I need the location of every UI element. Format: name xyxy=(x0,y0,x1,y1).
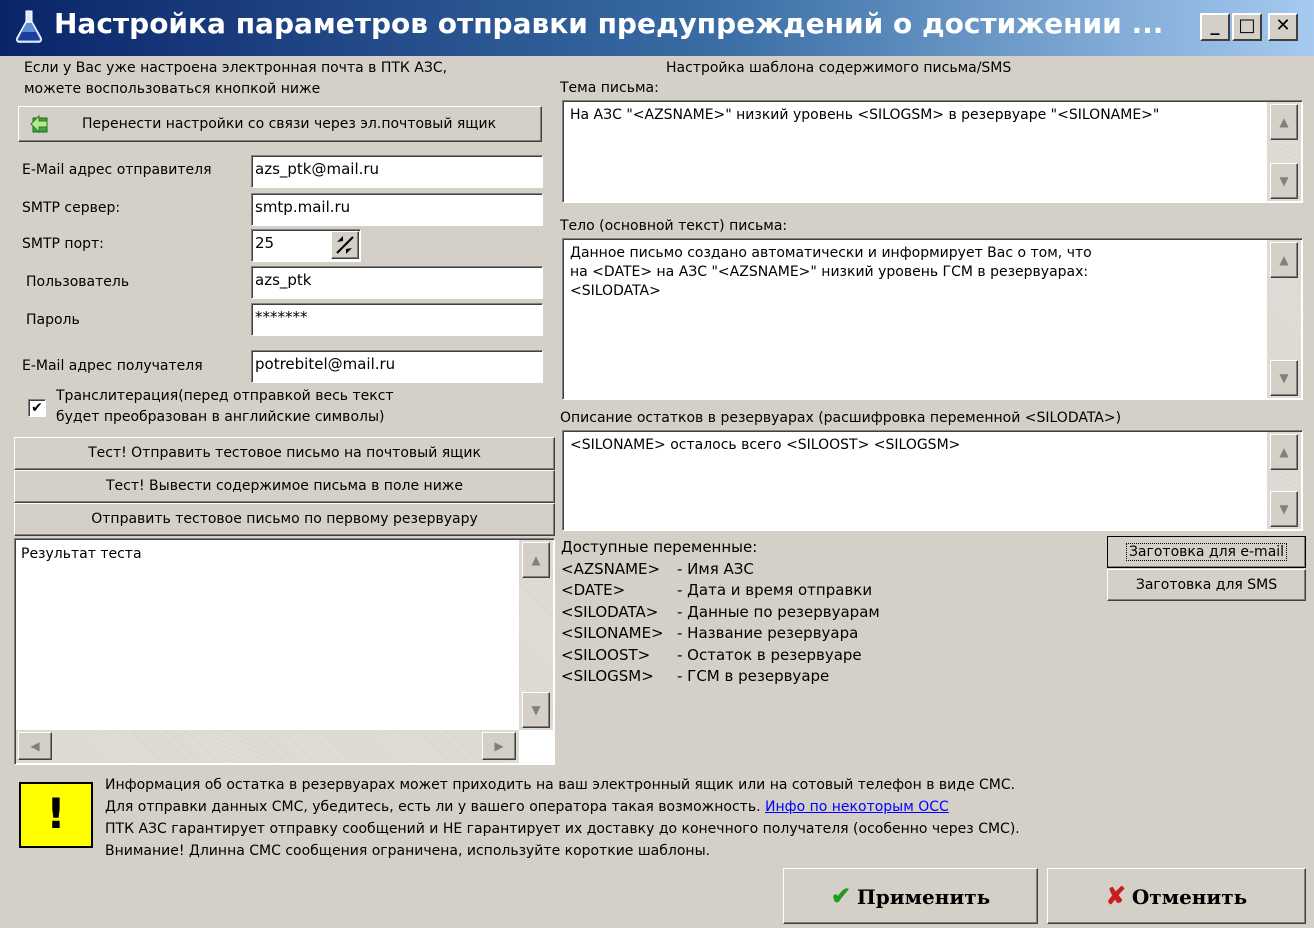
scroll-up-icon[interactable]: ▲ xyxy=(522,542,550,578)
scroll-down-icon[interactable]: ▼ xyxy=(1270,163,1298,199)
info-line2: Для отправки данных СМС, убедитесь, есть… xyxy=(105,799,949,815)
transfer-settings-label: Перенести настройки со связи через эл.по… xyxy=(81,116,497,132)
minimize-icon: _ xyxy=(1210,15,1220,36)
sender-label: E-Mail адрес отправителя xyxy=(22,162,212,178)
body-scrollbar[interactable]: ▲ ▼ xyxy=(1267,240,1301,398)
flask-app-icon xyxy=(16,10,42,43)
info-line3: ПТК АЗС гарантирует отправку сообщений и… xyxy=(105,821,1020,837)
email-preset-button[interactable]: Заготовка для e-mail xyxy=(1107,536,1306,568)
password-field[interactable]: ******* xyxy=(251,303,543,336)
silo-description-memo[interactable]: <SILONAME> осталось всего <SILOOST> <SIL… xyxy=(562,430,1303,531)
silo-description-label: Описание остатков в резервуарах (расшифр… xyxy=(560,410,1122,426)
scroll-down-icon[interactable]: ▼ xyxy=(1270,360,1298,396)
password-label: Пароль xyxy=(26,312,80,328)
scroll-up-icon[interactable]: ▲ xyxy=(1270,104,1298,140)
test-result-text: Результат теста xyxy=(21,546,142,562)
translit-label-line2: будет преобразован в английские символы) xyxy=(56,409,385,425)
recipient-label: E-Mail адрес получателя xyxy=(22,358,203,374)
maximize-icon: □ xyxy=(1238,15,1256,36)
info-line1: Информация об остатка в резервуарах може… xyxy=(105,777,1016,793)
subject-text: На АЗС "<AZSNAME>" низкий уровень <SILOG… xyxy=(570,107,1160,123)
body-memo[interactable]: Данное письмо создано автоматически и ин… xyxy=(562,238,1303,400)
smtp-port-label: SMTP порт: xyxy=(22,236,104,252)
scroll-right-icon[interactable]: ▶ xyxy=(482,732,516,760)
result-vertical-scrollbar[interactable]: ▲ ▼ xyxy=(519,540,553,730)
silo-scrollbar[interactable]: ▲ ▼ xyxy=(1267,432,1301,529)
spin-arrows-icon xyxy=(336,236,354,254)
sender-email-field[interactable]: azs_ptk@mail.ru xyxy=(251,155,543,188)
info-line4: Внимание! Длинна СМС сообщения ограничен… xyxy=(105,843,711,859)
scroll-up-icon[interactable]: ▲ xyxy=(1270,242,1298,278)
variables-title: Доступные переменные: xyxy=(561,538,758,556)
user-field[interactable]: azs_ptk xyxy=(251,266,543,299)
body-text: Данное письмо создано автоматически и ин… xyxy=(570,245,1092,299)
subject-memo[interactable]: На АЗС "<AZSNAME>" низкий уровень <SILOG… xyxy=(562,100,1303,203)
template-section-title: Настройка шаблона содержимого письма/SMS xyxy=(666,60,1012,76)
hint-text-line1: Если у Вас уже настроена электронная поч… xyxy=(24,60,448,76)
apply-button[interactable]: ✔ Применить xyxy=(783,868,1038,924)
body-label: Тело (основной текст) письма: xyxy=(560,218,788,234)
checkmark-icon: ✔ xyxy=(31,400,43,416)
translit-label-line1: Транслитерация(перед отправкой весь текс… xyxy=(56,388,394,404)
import-arrow-icon xyxy=(30,114,48,134)
test-show-button[interactable]: Тест! Вывести содержимое письма в поле н… xyxy=(14,470,555,503)
smtp-server-field[interactable]: smtp.mail.ru xyxy=(251,193,543,226)
transfer-settings-button[interactable]: Перенести настройки со связи через эл.по… xyxy=(18,106,542,142)
close-icon: ✕ xyxy=(1275,15,1291,36)
variables-list: Доступные переменные: <AZSNAME> - Имя АЗС… xyxy=(561,537,880,688)
smtp-port-value: 25 xyxy=(255,234,275,252)
cancel-button[interactable]: ✘ Отменить xyxy=(1047,868,1306,924)
warning-icon: ! xyxy=(19,782,93,848)
exclamation-icon: ! xyxy=(46,789,66,838)
user-label: Пользователь xyxy=(26,274,130,290)
scroll-down-icon[interactable]: ▼ xyxy=(1270,491,1298,527)
scroll-left-icon[interactable]: ◀ xyxy=(18,732,52,760)
scroll-down-icon[interactable]: ▼ xyxy=(522,692,550,728)
cancel-label: Отменить xyxy=(1131,885,1248,909)
variable-row: <AZSNAME> - Имя АЗС xyxy=(561,559,754,578)
scroll-up-icon[interactable]: ▲ xyxy=(1270,434,1298,470)
silo-description-text: <SILONAME> осталось всего <SILOOST> <SIL… xyxy=(570,437,961,453)
sms-preset-button[interactable]: Заготовка для SMS xyxy=(1107,569,1306,601)
variable-row: <SILOGSM> - ГСМ в резервуаре xyxy=(561,667,830,685)
translit-checkbox[interactable]: ✔ xyxy=(28,399,46,417)
smtp-server-label: SMTP сервер: xyxy=(22,200,121,216)
maximize-button[interactable]: □ xyxy=(1232,13,1262,41)
test-result-memo[interactable]: Результат теста ▲ ▼ ◀ ▶ xyxy=(14,538,555,765)
checkmark-icon: ✔ xyxy=(830,881,851,910)
close-button[interactable]: ✕ xyxy=(1268,13,1298,41)
test-send-button[interactable]: Тест! Отправить тестовое письмо на почто… xyxy=(14,437,555,470)
window-title: Настройка параметров отправки предупрежд… xyxy=(54,7,1164,40)
test-first-silo-button[interactable]: Отправить тестовое письмо по первому рез… xyxy=(14,503,555,536)
subject-label: Тема письма: xyxy=(560,80,659,96)
hint-text-line2: можете воспользоваться кнопкой ниже xyxy=(24,81,321,97)
variable-row: <SILOOST> - Остаток в резервуаре xyxy=(561,645,862,664)
apply-label: Применить xyxy=(856,885,991,909)
recipient-email-field[interactable]: potrebitel@mail.ru xyxy=(251,350,543,383)
variable-row: <DATE> - Дата и время отправки xyxy=(561,581,873,599)
variable-row: <SILODATA> - Данные по резервуарам xyxy=(561,602,880,621)
result-horizontal-scrollbar[interactable]: ◀ ▶ xyxy=(16,730,519,763)
subject-scrollbar[interactable]: ▲ ▼ xyxy=(1267,102,1301,201)
minimize-button[interactable]: _ xyxy=(1200,13,1230,41)
oss-info-link[interactable]: Инфо по некоторым ОСС xyxy=(765,799,949,815)
email-preset-label: Заготовка для e-mail xyxy=(1125,543,1288,561)
port-spin-button[interactable] xyxy=(331,231,359,259)
cross-icon: ✘ xyxy=(1105,881,1126,910)
variable-row: <SILONAME> - Название резервуара xyxy=(561,624,859,642)
